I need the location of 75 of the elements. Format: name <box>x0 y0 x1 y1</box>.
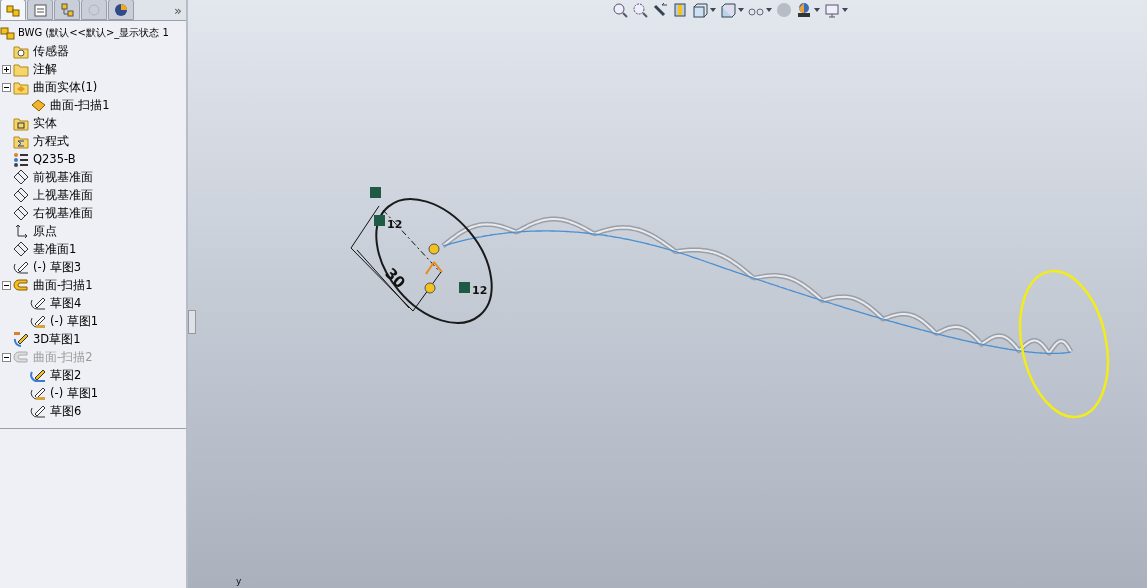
property-icon <box>32 1 48 18</box>
plane-icon <box>13 187 29 203</box>
sketch-icon <box>30 385 46 401</box>
tree-item[interactable]: (-) 草图3 <box>33 259 82 275</box>
cube-icon[interactable] <box>692 2 708 18</box>
panel-tab[interactable] <box>27 0 53 20</box>
sensor-folder-icon <box>13 43 29 59</box>
surface-icon <box>30 97 46 113</box>
caret-icon[interactable] <box>710 8 716 12</box>
tree-item[interactable]: 原点 <box>33 223 57 239</box>
monitor-icon[interactable] <box>824 2 840 18</box>
tree-item[interactable]: 前视基准面 <box>33 169 93 185</box>
caret-icon[interactable] <box>842 8 848 12</box>
panel-tab[interactable] <box>0 0 26 20</box>
caret-icon[interactable] <box>738 8 744 12</box>
previous-view-icon[interactable] <box>652 2 668 18</box>
sketch-icon <box>30 367 46 383</box>
equation-folder-icon <box>13 133 29 149</box>
more-tabs-button[interactable]: » <box>174 2 182 18</box>
expander[interactable] <box>2 64 11 74</box>
dimension-value: 30 <box>381 264 409 292</box>
panel-tab[interactable] <box>54 0 80 20</box>
dimension-label: 12 <box>387 218 403 231</box>
expander[interactable] <box>2 280 11 290</box>
tree-item[interactable]: 基准面1 <box>33 241 77 257</box>
tree-item[interactable]: 曲面-扫描1 <box>50 97 110 113</box>
tree-item[interactable]: 3D草图1 <box>33 331 81 347</box>
relation-icon <box>370 187 381 198</box>
plane-icon <box>13 169 29 185</box>
sweep-icon <box>13 277 29 293</box>
surface-folder-icon <box>13 79 29 95</box>
tree-item[interactable]: 曲面-扫描1 <box>33 277 93 293</box>
sketch-icon <box>30 403 46 419</box>
material-icon <box>13 151 29 167</box>
relation-icon <box>459 282 470 293</box>
tree-item[interactable]: Q235-B <box>33 152 76 166</box>
expander[interactable] <box>2 82 11 92</box>
panel-tab[interactable] <box>108 0 134 20</box>
caret-icon[interactable] <box>766 8 772 12</box>
sketch-icon <box>13 259 29 275</box>
zoom-area-icon[interactable] <box>632 2 648 18</box>
cube-icon[interactable] <box>720 2 736 18</box>
splitter-handle[interactable] <box>188 310 196 334</box>
annotation-folder-icon <box>13 61 29 77</box>
solid-folder-icon <box>13 115 29 131</box>
sweep-icon <box>13 349 29 365</box>
tree-item[interactable]: 草图4 <box>50 295 82 311</box>
tree-item[interactable]: 上视基准面 <box>33 187 93 203</box>
tree-item[interactable]: 曲面实体(1) <box>33 79 98 95</box>
plane-icon <box>13 241 29 257</box>
direction-arrows <box>425 261 443 275</box>
relation-icon <box>424 282 436 294</box>
tree-item[interactable]: 实体 <box>33 115 57 131</box>
pie-icon <box>113 1 129 18</box>
circle-icon <box>86 1 102 18</box>
configuration-icon <box>59 1 75 18</box>
tree-item[interactable]: 右视基准面 <box>33 205 93 221</box>
sketch-3d-icon <box>13 331 29 347</box>
parts-icon <box>0 25 16 41</box>
sketch-icon <box>30 313 46 329</box>
relation-icon <box>374 215 385 226</box>
zoom-icon[interactable] <box>612 2 628 18</box>
relation-icon <box>428 243 440 255</box>
caret-icon[interactable] <box>814 8 820 12</box>
origin-icon <box>13 223 29 239</box>
scene-icon[interactable] <box>796 2 812 18</box>
tree-item[interactable]: 注解 <box>33 61 57 77</box>
dimension-label: 12 <box>472 284 488 297</box>
sketch-icon <box>30 295 46 311</box>
axis-label: y <box>236 576 242 586</box>
tree-item[interactable]: BWG (默认<<默认>_显示状态 1 <box>18 26 169 40</box>
tree-item[interactable]: 方程式 <box>33 133 69 149</box>
tree-item[interactable]: 传感器 <box>33 43 69 59</box>
tree-item[interactable]: (-) 草图1 <box>50 313 99 329</box>
plane-icon <box>13 205 29 221</box>
